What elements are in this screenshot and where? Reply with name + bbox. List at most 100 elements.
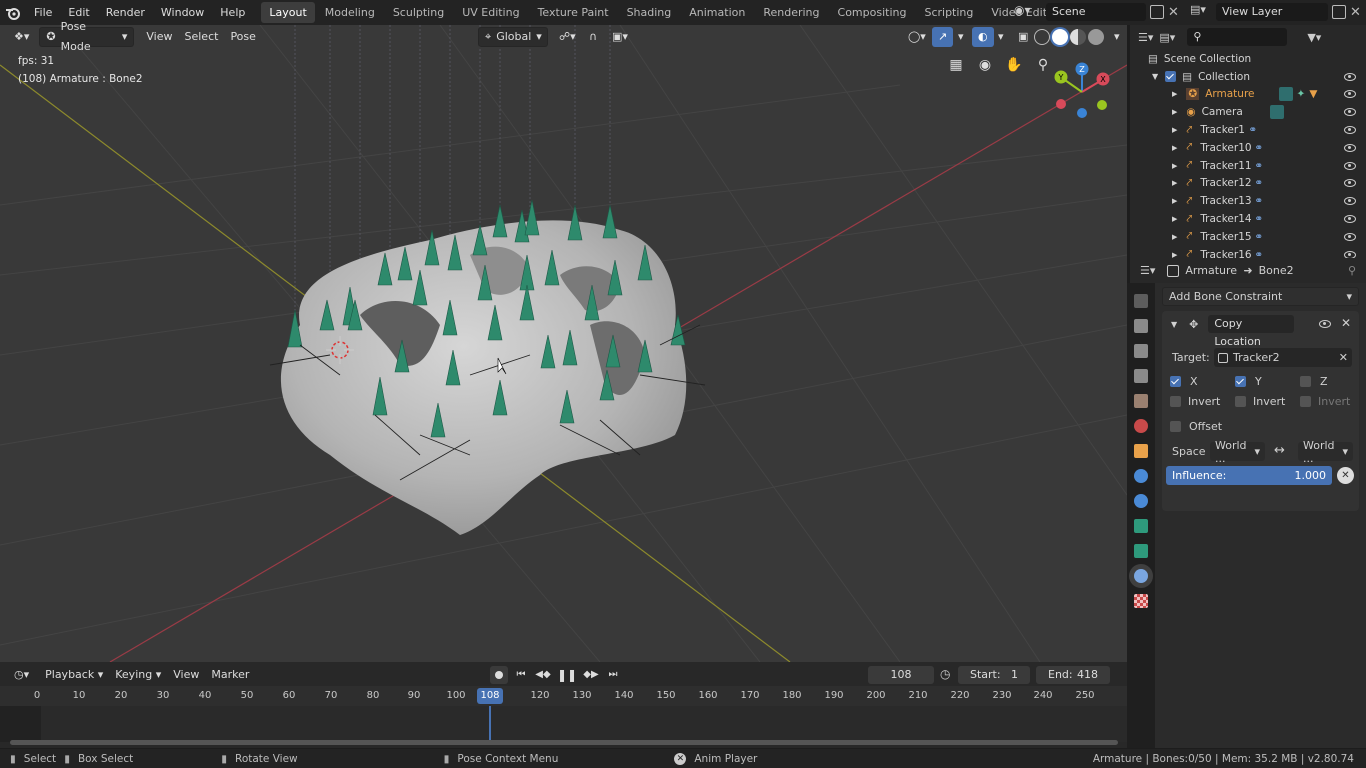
object-tab-icon[interactable] bbox=[1134, 444, 1148, 458]
outliner-item-camera[interactable]: ▶ ◉ Camera bbox=[1130, 103, 1366, 121]
outliner-item-tracker[interactable]: ▶ ⤤ Tracker12 ⚭ bbox=[1130, 175, 1366, 193]
delete-view-layer-icon[interactable]: ✕ bbox=[1350, 5, 1361, 20]
armature-data-tab-icon[interactable] bbox=[1134, 519, 1148, 533]
expand-arrow-icon[interactable]: ▶ bbox=[1172, 197, 1177, 205]
camera-view-icon[interactable]: ◉ bbox=[975, 57, 995, 77]
timeline-menu-playback[interactable]: Playback ▾ bbox=[39, 665, 109, 685]
editor-type-icon[interactable]: ☰▾ bbox=[1140, 264, 1155, 277]
jump-start-icon[interactable]: ⏮ bbox=[512, 666, 530, 684]
visibility-eye-icon[interactable] bbox=[1344, 72, 1356, 81]
expand-arrow-icon[interactable]: ▶ bbox=[1172, 108, 1177, 116]
shading-wireframe-icon[interactable] bbox=[1034, 29, 1050, 45]
world-tab-icon[interactable] bbox=[1134, 419, 1148, 433]
use-z-checkbox[interactable] bbox=[1300, 376, 1311, 387]
collapse-arrow-icon[interactable]: ▼ bbox=[1171, 320, 1177, 329]
playhead-frame-badge[interactable]: 108 bbox=[477, 688, 503, 704]
tab-uv-editing[interactable]: UV Editing bbox=[454, 2, 527, 23]
outliner-item-tracker[interactable]: ▶ ⤤ Tracker11 ⚭ bbox=[1130, 157, 1366, 175]
tab-layout[interactable]: Layout bbox=[261, 2, 315, 23]
timeline-body[interactable] bbox=[0, 706, 1127, 742]
timeline-menu-view[interactable]: View bbox=[167, 665, 205, 685]
delete-scene-icon[interactable]: ✕ bbox=[1168, 5, 1179, 20]
filter-icon[interactable]: ▼▾ bbox=[1307, 31, 1321, 44]
outliner-item-tracker[interactable]: ▶ ⤤ Tracker15 ⚭ bbox=[1130, 228, 1366, 246]
snap-icon[interactable]: ∩ bbox=[583, 27, 603, 47]
xray-icon[interactable]: ▣ bbox=[1012, 27, 1034, 47]
visibility-eye-icon[interactable] bbox=[1344, 108, 1356, 117]
bone-tab-icon[interactable] bbox=[1134, 544, 1148, 558]
output-tab-icon[interactable] bbox=[1134, 344, 1148, 358]
scene-collection-row[interactable]: ▤ Scene Collection bbox=[1130, 50, 1366, 68]
collection-checkbox[interactable] bbox=[1165, 71, 1177, 83]
cancel-icon[interactable]: ✕ bbox=[674, 752, 687, 765]
tab-compositing[interactable]: Compositing bbox=[830, 2, 915, 23]
perspective-toggle-icon[interactable]: ▦ bbox=[946, 57, 966, 77]
view-layer-icon[interactable]: ▤▾ bbox=[1190, 3, 1212, 21]
visibility-eye-icon[interactable] bbox=[1344, 90, 1356, 99]
expand-arrow-icon[interactable]: ▶ bbox=[1172, 162, 1177, 170]
preview-range-icon[interactable]: ◷ bbox=[940, 667, 950, 681]
expand-arrow-icon[interactable]: ▶ bbox=[1172, 179, 1177, 187]
scene-icon[interactable]: ◉▾ bbox=[1014, 3, 1042, 21]
menu-file[interactable]: File bbox=[26, 0, 60, 25]
constraint-delete-icon[interactable]: ✕ bbox=[1341, 316, 1351, 330]
add-bone-constraint-dropdown[interactable]: Add Bone Constraint ▾ bbox=[1162, 287, 1359, 306]
expand-arrow-icon[interactable]: ▶ bbox=[1172, 126, 1177, 134]
new-view-layer-icon[interactable] bbox=[1332, 5, 1346, 19]
prev-keyframe-icon[interactable]: ◀◆ bbox=[534, 666, 552, 684]
tab-scripting[interactable]: Scripting bbox=[916, 2, 981, 23]
pivot-icon[interactable]: ☍▾ bbox=[553, 27, 582, 47]
tab-animation[interactable]: Animation bbox=[681, 2, 753, 23]
view-layer-field[interactable]: View Layer bbox=[1216, 3, 1328, 21]
tab-sculpting[interactable]: Sculpting bbox=[385, 2, 452, 23]
timeline-scrollbar[interactable] bbox=[10, 740, 1118, 745]
tab-rendering[interactable]: Rendering bbox=[755, 2, 827, 23]
scene-name-field[interactable]: Scene bbox=[1046, 3, 1146, 21]
hand-pan-icon[interactable]: ✋ bbox=[1004, 57, 1024, 77]
texture-tab-icon[interactable] bbox=[1134, 594, 1148, 608]
owner-space-dropdown[interactable]: World ... ▾ bbox=[1210, 439, 1265, 465]
visibility-eye-icon[interactable] bbox=[1344, 126, 1356, 135]
jump-end-icon[interactable]: ⏭ bbox=[604, 666, 622, 684]
3d-viewport[interactable] bbox=[0, 25, 1127, 662]
editor-type-icon[interactable]: ◷▾ bbox=[8, 665, 35, 685]
new-scene-icon[interactable] bbox=[1150, 5, 1164, 19]
mode-dropdown[interactable]: ✪ Pose Mode ▾ bbox=[39, 20, 135, 53]
expand-arrow-icon[interactable]: ▶ bbox=[1172, 215, 1177, 223]
editor-type-icon[interactable]: ☰▾ bbox=[1138, 31, 1153, 44]
tab-texture-paint[interactable]: Texture Paint bbox=[530, 2, 617, 23]
pause-icon[interactable]: ❚❚ bbox=[556, 666, 578, 684]
timeline-menu-marker[interactable]: Marker bbox=[205, 665, 255, 685]
influence-slider[interactable]: Influence: 1.000 bbox=[1166, 466, 1332, 485]
offset-checkbox[interactable] bbox=[1170, 421, 1181, 432]
shading-dropdown-icon[interactable]: ▾ bbox=[1108, 27, 1126, 47]
constraint-tab-icon[interactable] bbox=[1134, 494, 1148, 508]
outliner-item-tracker[interactable]: ▶ ⤤ Tracker1 ⚭ bbox=[1130, 121, 1366, 139]
expand-arrow-icon[interactable]: ▶ bbox=[1172, 233, 1177, 241]
shading-rendered-icon[interactable] bbox=[1088, 29, 1104, 45]
visibility-eye-icon[interactable] bbox=[1344, 179, 1356, 188]
outliner-item-tracker[interactable]: ▶ ⤤ Tracker13 ⚭ bbox=[1130, 192, 1366, 210]
invert-z-checkbox[interactable] bbox=[1300, 396, 1311, 407]
gizmo-dropdown-icon[interactable]: ▾ bbox=[952, 27, 970, 47]
outliner-search-input[interactable]: ⚲ bbox=[1187, 28, 1288, 46]
render-tab-icon[interactable] bbox=[1134, 319, 1148, 333]
viewport-menu-pose[interactable]: Pose bbox=[224, 27, 261, 47]
target-space-dropdown[interactable]: World ... ▾ bbox=[1298, 439, 1353, 465]
constraint-visibility-eye-icon[interactable] bbox=[1319, 320, 1331, 328]
visibility-eye-icon[interactable] bbox=[1344, 161, 1356, 170]
overlays-dropdown-icon[interactable]: ▾ bbox=[992, 27, 1010, 47]
collection-row[interactable]: ▼ ▤ Collection bbox=[1130, 68, 1366, 86]
use-y-checkbox[interactable] bbox=[1235, 376, 1246, 387]
transform-orientation-dropdown[interactable]: ⌖ Global ▾ bbox=[478, 27, 548, 47]
start-frame-field[interactable]: Start: 1 bbox=[958, 666, 1030, 684]
editor-type-icon[interactable]: ❖▾ bbox=[8, 27, 35, 47]
status-anim-player[interactable]: Anim Player bbox=[694, 753, 757, 765]
outliner-item-tracker[interactable]: ▶ ⤤ Tracker14 ⚭ bbox=[1130, 210, 1366, 228]
visibility-eye-icon[interactable] bbox=[1344, 143, 1356, 152]
menu-help[interactable]: Help bbox=[212, 0, 253, 25]
invert-y-checkbox[interactable] bbox=[1235, 396, 1246, 407]
axis-gizmo[interactable]: Z X Y bbox=[1050, 60, 1112, 122]
viewport-menu-view[interactable]: View bbox=[140, 27, 178, 47]
clear-target-icon[interactable]: ✕ bbox=[1339, 351, 1348, 364]
